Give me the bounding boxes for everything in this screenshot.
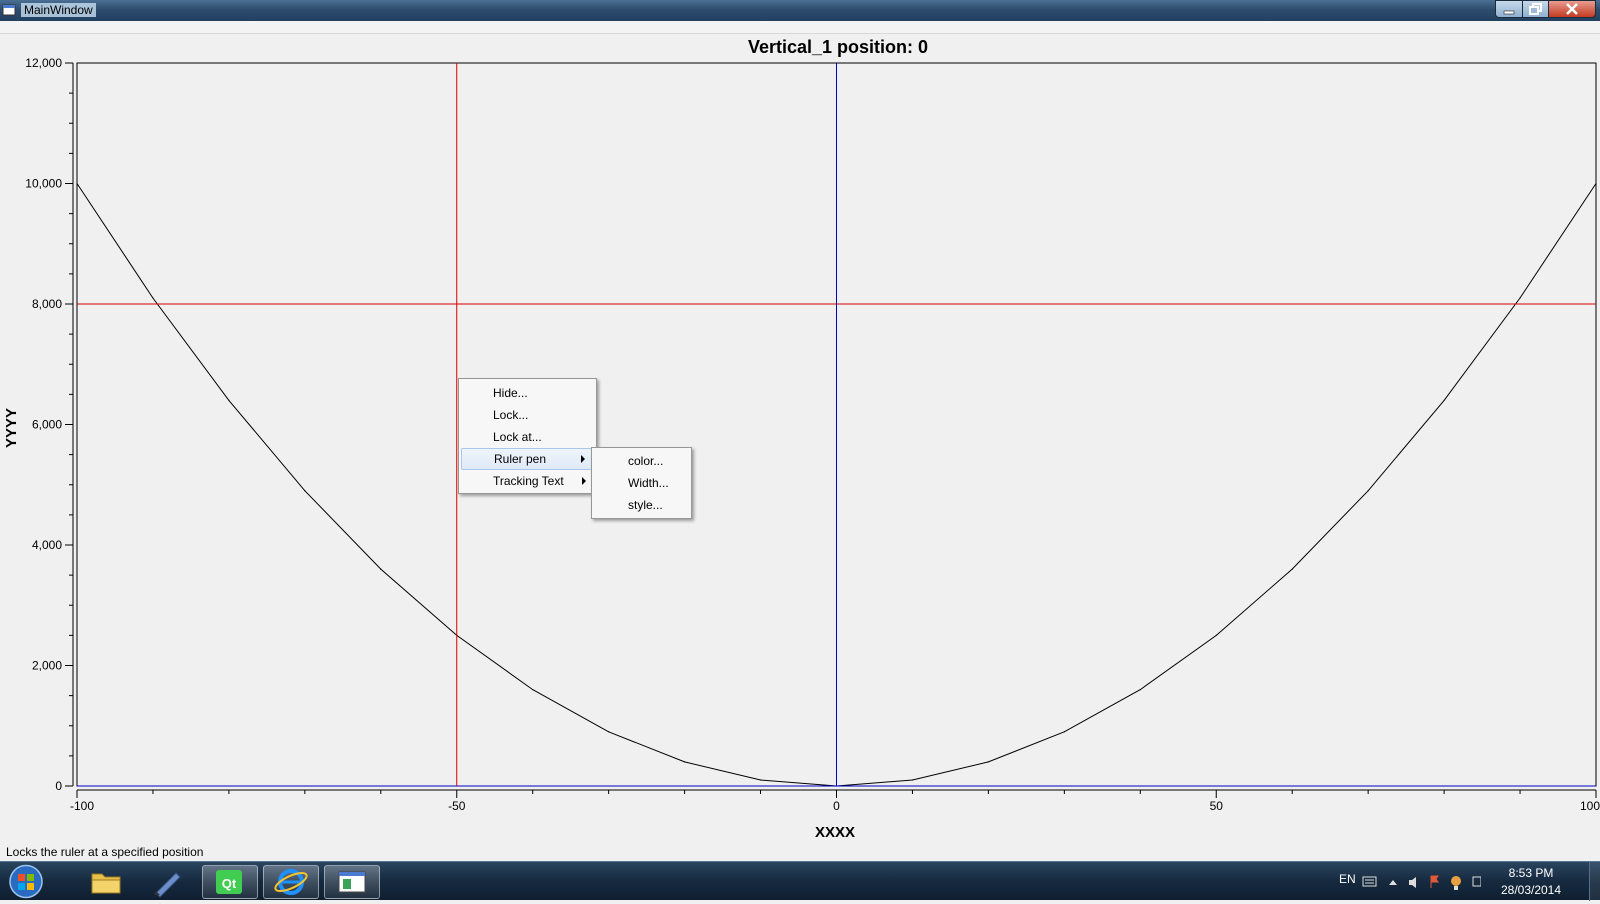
taskbar: Qt EN 8:53 PM 28/03/2014 (0, 861, 1600, 901)
submenu-item-style[interactable]: style... (594, 494, 689, 516)
x-tick-label: 0 (833, 799, 840, 813)
x-tick-label: -50 (448, 799, 466, 813)
status-text: Locks the ruler at a specified position (6, 845, 204, 859)
svg-text:Qt: Qt (222, 876, 237, 891)
data-point (532, 689, 534, 691)
close-button[interactable] (1548, 0, 1596, 18)
window-title: MainWindow (21, 3, 96, 17)
data-point (759, 779, 762, 781)
keyboard-icon[interactable] (1362, 876, 1377, 887)
network-icon[interactable] (1451, 876, 1461, 890)
data-point (1519, 297, 1521, 299)
close-icon (1566, 3, 1578, 15)
y-tick-label: 12,000 (25, 56, 62, 70)
taskbar-folder[interactable] (78, 865, 134, 899)
show-desktop-button[interactable] (1589, 862, 1600, 901)
menu-item-label: Width... (628, 476, 669, 490)
menu-item-label: Lock... (493, 408, 529, 422)
taskbar-internet-explorer[interactable] (263, 865, 319, 899)
data-point (1139, 689, 1141, 691)
menu-item-lock[interactable]: Lock... (461, 404, 594, 426)
ruler-context-menu: Hide... Lock... Lock at... Ruler pen Tra… (458, 378, 597, 494)
menu-item-label: Lock at... (493, 430, 542, 444)
window-title-bar[interactable]: MainWindow (0, 0, 1600, 21)
start-button[interactable] (4, 863, 48, 900)
y-tick-label: 10,000 (25, 177, 62, 191)
menu-item-label: Hide... (493, 386, 528, 400)
pen-tool-icon (154, 872, 181, 898)
flag-icon[interactable] (1430, 875, 1439, 888)
x-tick-label: 50 (1210, 799, 1224, 813)
internet-explorer-icon (274, 869, 308, 895)
y-axis-label: YYYY (3, 408, 20, 448)
submenu-item-color[interactable]: color... (594, 450, 689, 472)
qt-creator-icon: Qt (216, 870, 242, 894)
minimize-icon (1503, 10, 1515, 15)
data-point (152, 297, 154, 299)
data-point (304, 490, 306, 492)
data-point (608, 731, 610, 733)
status-bar: Locks the ruler at a specified position (0, 843, 1600, 861)
chart-title: Vertical_1 position: 0 (748, 37, 928, 57)
plot-canvas[interactable]: Vertical_1 position: 0 0 2,000 4,000 6,000 8… (0, 33, 1600, 843)
data-point (684, 761, 686, 763)
menu-item-hide[interactable]: Hide... (461, 382, 594, 404)
ruler-pen-submenu: color... Width... style... (591, 447, 692, 519)
clock-time[interactable]: 8:53 PM (1480, 866, 1582, 880)
data-point (228, 399, 230, 401)
folder-icon (91, 873, 121, 894)
y-tick-label: 6,000 (32, 418, 62, 432)
app-window-icon (338, 871, 366, 893)
data-point (1215, 634, 1217, 636)
data-point (987, 761, 990, 763)
tray-language[interactable]: EN (1339, 872, 1356, 886)
menu-item-tracking-text[interactable]: Tracking Text (461, 470, 594, 492)
data-point (380, 568, 382, 570)
tray-icons (1362, 875, 1481, 890)
data-point (1595, 182, 1597, 185)
app-window-icon (2, 4, 16, 16)
y-tick-label: 8,000 (32, 297, 62, 311)
y-axis: 0 2,000 4,000 6,000 8,000 10,000 12,000 (25, 56, 74, 793)
volume-icon[interactable] (1409, 877, 1416, 888)
data-point (911, 779, 914, 781)
submenu-arrow-icon (581, 455, 585, 463)
taskbar-pen-tool[interactable] (140, 865, 196, 899)
submenu-arrow-icon (582, 477, 586, 485)
x-tick-label: -100 (70, 799, 94, 813)
restore-icon (1529, 3, 1542, 15)
y-tick-label: 2,000 (32, 659, 62, 673)
data-point (76, 182, 78, 185)
menu-item-label: style... (628, 498, 663, 512)
menu-item-label: color... (628, 454, 664, 468)
menu-item-lock-at[interactable]: Lock at... (461, 426, 594, 448)
x-tick-label: 100 (1580, 799, 1600, 813)
x-axis-label: XXXX (815, 824, 855, 841)
data-point (1443, 399, 1445, 401)
menu-item-label: Ruler pen (494, 452, 547, 466)
y-tick-label: 4,000 (32, 538, 62, 552)
data-point (1063, 731, 1065, 733)
restore-button[interactable] (1522, 0, 1549, 18)
menu-item-label: Tracking Text (493, 474, 564, 488)
x-axis: -100 -50 0 50 100 (70, 789, 1600, 813)
minimize-button[interactable] (1495, 0, 1523, 18)
menu-item-ruler-pen[interactable]: Ruler pen (461, 448, 594, 470)
y-tick-label: 0 (55, 779, 62, 793)
clock-date[interactable]: 28/03/2014 (1480, 883, 1582, 897)
show-hidden-icons-icon[interactable] (1389, 880, 1397, 885)
submenu-item-width[interactable]: Width... (594, 472, 689, 494)
data-point (1367, 490, 1369, 492)
data-point (1291, 568, 1293, 570)
taskbar-app-window[interactable] (324, 865, 380, 899)
taskbar-qt-creator[interactable]: Qt (202, 865, 258, 899)
